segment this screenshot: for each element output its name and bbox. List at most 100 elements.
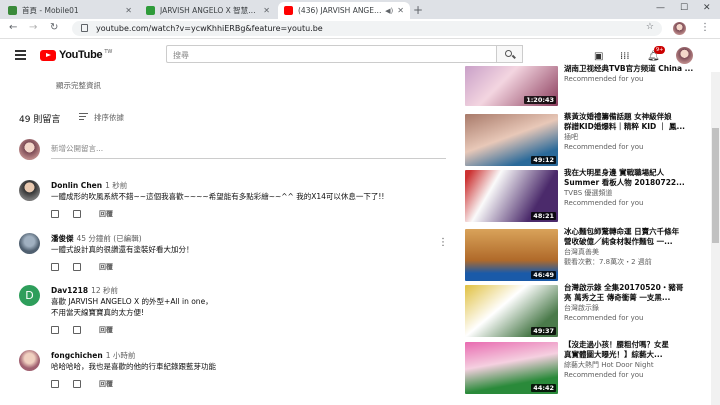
minimize-icon[interactable]: — [656, 3, 665, 13]
reply-button[interactable]: 回覆 [99, 379, 113, 389]
comment-line: 喜歡 JARVISH ANGELO X 的外型+All in one， [51, 297, 213, 306]
scrollbar-thumb[interactable] [712, 128, 719, 243]
thumbs-down-icon[interactable] [73, 263, 81, 271]
thumbs-down-icon[interactable] [73, 210, 81, 218]
video-title[interactable]: 台灣啟示錄 全集20170520・豬哥亮 萬秀之王 傳奇衝菁 一支黑... [564, 283, 710, 303]
comment-author[interactable]: Dav1218 [51, 286, 88, 295]
commenter-avatar[interactable] [19, 350, 40, 371]
recommended-video[interactable]: 1:20:43 湖南卫视经典TVB官方频道 China ... Recommen… [465, 64, 710, 116]
sort-icon [79, 112, 88, 123]
bookmark-star-icon[interactable]: ☆ [646, 22, 654, 32]
youtube-play-icon [40, 49, 56, 61]
comment-text: 喜歡 JARVISH ANGELO X 的外型+All in one， 不用當天… [51, 297, 213, 318]
account-avatar[interactable] [676, 47, 693, 64]
commenter-avatar[interactable] [19, 233, 40, 254]
reply-button[interactable]: 回覆 [99, 209, 113, 219]
menu-kebab-icon[interactable]: ⋮ [700, 22, 710, 33]
video-thumbnail[interactable]: 48:21 [465, 170, 558, 222]
sort-label: 排序依據 [94, 113, 124, 122]
video-thumbnail[interactable]: 46:49 [465, 229, 558, 281]
search-input[interactable]: 搜尋 [166, 45, 497, 63]
thumbs-down-icon[interactable] [73, 326, 81, 334]
video-thumbnail[interactable]: 49:12 [465, 114, 558, 166]
close-tab-icon[interactable]: ✕ [263, 6, 270, 15]
thumbs-up-icon[interactable] [51, 263, 59, 271]
url-bar[interactable]: youtube.com/watch?v=ycwKhhiERBg&feature=… [72, 21, 662, 36]
comment-time[interactable]: 45 分鐘前 (已編輯) [77, 234, 142, 243]
comment-author[interactable]: 潘俊傑 [51, 234, 74, 243]
comment-text: 哈哈哈哈，我也是喜歡的他的行車紀錄跟藍芽功能 [51, 362, 216, 371]
video-duration: 49:12 [531, 156, 556, 164]
youtube-favicon [284, 6, 293, 15]
comment-time[interactable]: 1 秒前 [105, 181, 127, 190]
video-channel: 綜藝大熱門 Hot Door Night [564, 361, 654, 369]
new-tab-icon[interactable]: + [413, 3, 423, 17]
thumbs-down-icon[interactable] [73, 380, 81, 388]
video-views: Recommended for you [564, 143, 644, 151]
reload-icon[interactable]: ↻ [50, 22, 58, 33]
my-avatar [19, 139, 40, 160]
thumbs-up-icon[interactable] [51, 210, 59, 218]
recommended-video[interactable]: 46:49 冰心麵包師驚轉命運 日賣六千條年 營收破億／純食材製作麵包 一... … [465, 227, 710, 281]
create-video-icon[interactable]: ▣ [594, 51, 603, 62]
video-thumbnail[interactable]: 49:37 [465, 285, 558, 337]
lock-icon [81, 24, 88, 32]
browser-tab-1[interactable]: 首頁 - Mobile01 ✕ [2, 2, 138, 19]
commenter-avatar[interactable] [19, 180, 40, 201]
close-tab-icon[interactable]: ✕ [125, 6, 132, 15]
logo-region: TW [104, 49, 113, 55]
window-close-icon[interactable]: ✕ [703, 3, 711, 13]
close-tab-icon[interactable]: ✕ [397, 6, 404, 15]
maximize-icon[interactable]: ☐ [680, 3, 688, 13]
sort-button[interactable]: 排序依據 [79, 112, 124, 123]
video-title-line: 【沒走過小孩！腰粗付嗎？女星 [564, 340, 669, 349]
video-title[interactable]: 冰心麵包師驚轉命運 日賣六千條年 營收破億／純食材製作麵包 一... [564, 227, 710, 247]
forward-icon[interactable]: → [29, 22, 37, 33]
video-duration: 48:21 [531, 212, 556, 220]
video-views: Recommended for you [564, 314, 644, 322]
notification-badge: 9+ [654, 46, 666, 54]
search-icon [505, 50, 512, 57]
comment-author[interactable]: Donlin Chen [51, 181, 102, 190]
video-thumbnail[interactable]: 1:20:43 [465, 66, 558, 106]
profile-avatar[interactable] [673, 22, 686, 35]
video-title-line: 我在大明星身邊 實戰職場紀人 [564, 168, 665, 177]
reply-button[interactable]: 回覆 [99, 262, 113, 272]
comment-time[interactable]: 12 秒前 [91, 286, 118, 295]
show-more-link[interactable]: 顯示完整資訊 [56, 80, 101, 91]
browser-tab-2[interactable]: JARVISH ANGELO X 智慧安全帽 ✕ [140, 2, 276, 19]
video-views: Recommended for you [564, 371, 644, 379]
video-channel: 插吧 [564, 133, 578, 141]
speaker-icon[interactable]: ◀) [385, 7, 393, 15]
video-title[interactable]: 我在大明星身邊 實戰職場紀人 Summer 看板人物 20180722... [564, 168, 710, 188]
hamburger-menu-icon[interactable] [15, 50, 26, 62]
comment-author[interactable]: fongchichen [51, 351, 103, 360]
address-toolbar: ← → ↻ youtube.com/watch?v=ycwKhhiERBg&fe… [0, 19, 720, 39]
comment-count: 49 則留言 [19, 115, 61, 125]
video-title[interactable]: 湖南卫视经典TVB官方频道 China ... [564, 64, 710, 74]
reply-button[interactable]: 回覆 [99, 325, 113, 335]
search-button[interactable] [497, 45, 523, 63]
page-scrollbar[interactable] [711, 72, 720, 405]
comment-time[interactable]: 1 小時前 [106, 351, 136, 360]
recommended-video[interactable]: 48:21 我在大明星身邊 實戰職場紀人 Summer 看板人物 20180722… [465, 168, 710, 222]
video-title[interactable]: 【沒走過小孩！腰粗付嗎？女星 真實體圖大曝光！】綜藝大... [564, 340, 710, 360]
commenter-avatar[interactable]: D [19, 285, 40, 306]
comment-menu-icon[interactable]: ⋮ [438, 237, 448, 248]
video-thumbnail[interactable]: 44:42 [465, 342, 558, 394]
apps-grid-icon[interactable]: ⁞⁞⁞ [620, 51, 630, 62]
thumbs-up-icon[interactable] [51, 326, 59, 334]
youtube-logo[interactable]: YouTube TW [40, 49, 112, 61]
video-duration: 49:37 [531, 327, 556, 335]
thumbs-up-icon[interactable] [51, 380, 59, 388]
browser-tab-3[interactable]: (436) JARVISH ANGELO X | 智 ◀) ✕ [278, 2, 410, 19]
video-views: Recommended for you [564, 199, 644, 207]
video-title-line: 冰心麵包師驚轉命運 日賣六千條年 [564, 227, 680, 236]
video-title[interactable]: 蔡黃汝婚禮籌備話題 女神級伴娘 群譜KID婚爆料｜精粹 KID ｜ 鳳... [564, 112, 710, 132]
recommended-video[interactable]: 44:42 【沒走過小孩！腰粗付嗎？女星 真實體圖大曝光！】綜藝大... 綜藝大熱… [465, 340, 710, 394]
recommended-video[interactable]: 49:12 蔡黃汝婚禮籌備話題 女神級伴娘 群譜KID婚爆料｜精粹 KID ｜ 鳳… [465, 112, 710, 166]
back-icon[interactable]: ← [9, 22, 17, 33]
recommended-video[interactable]: 49:37 台灣啟示錄 全集20170520・豬哥亮 萬秀之王 傳奇衝菁 一支黑… [465, 283, 710, 337]
add-comment-input[interactable]: 新增公開留言... [51, 143, 446, 159]
logo-text: YouTube [59, 49, 103, 61]
